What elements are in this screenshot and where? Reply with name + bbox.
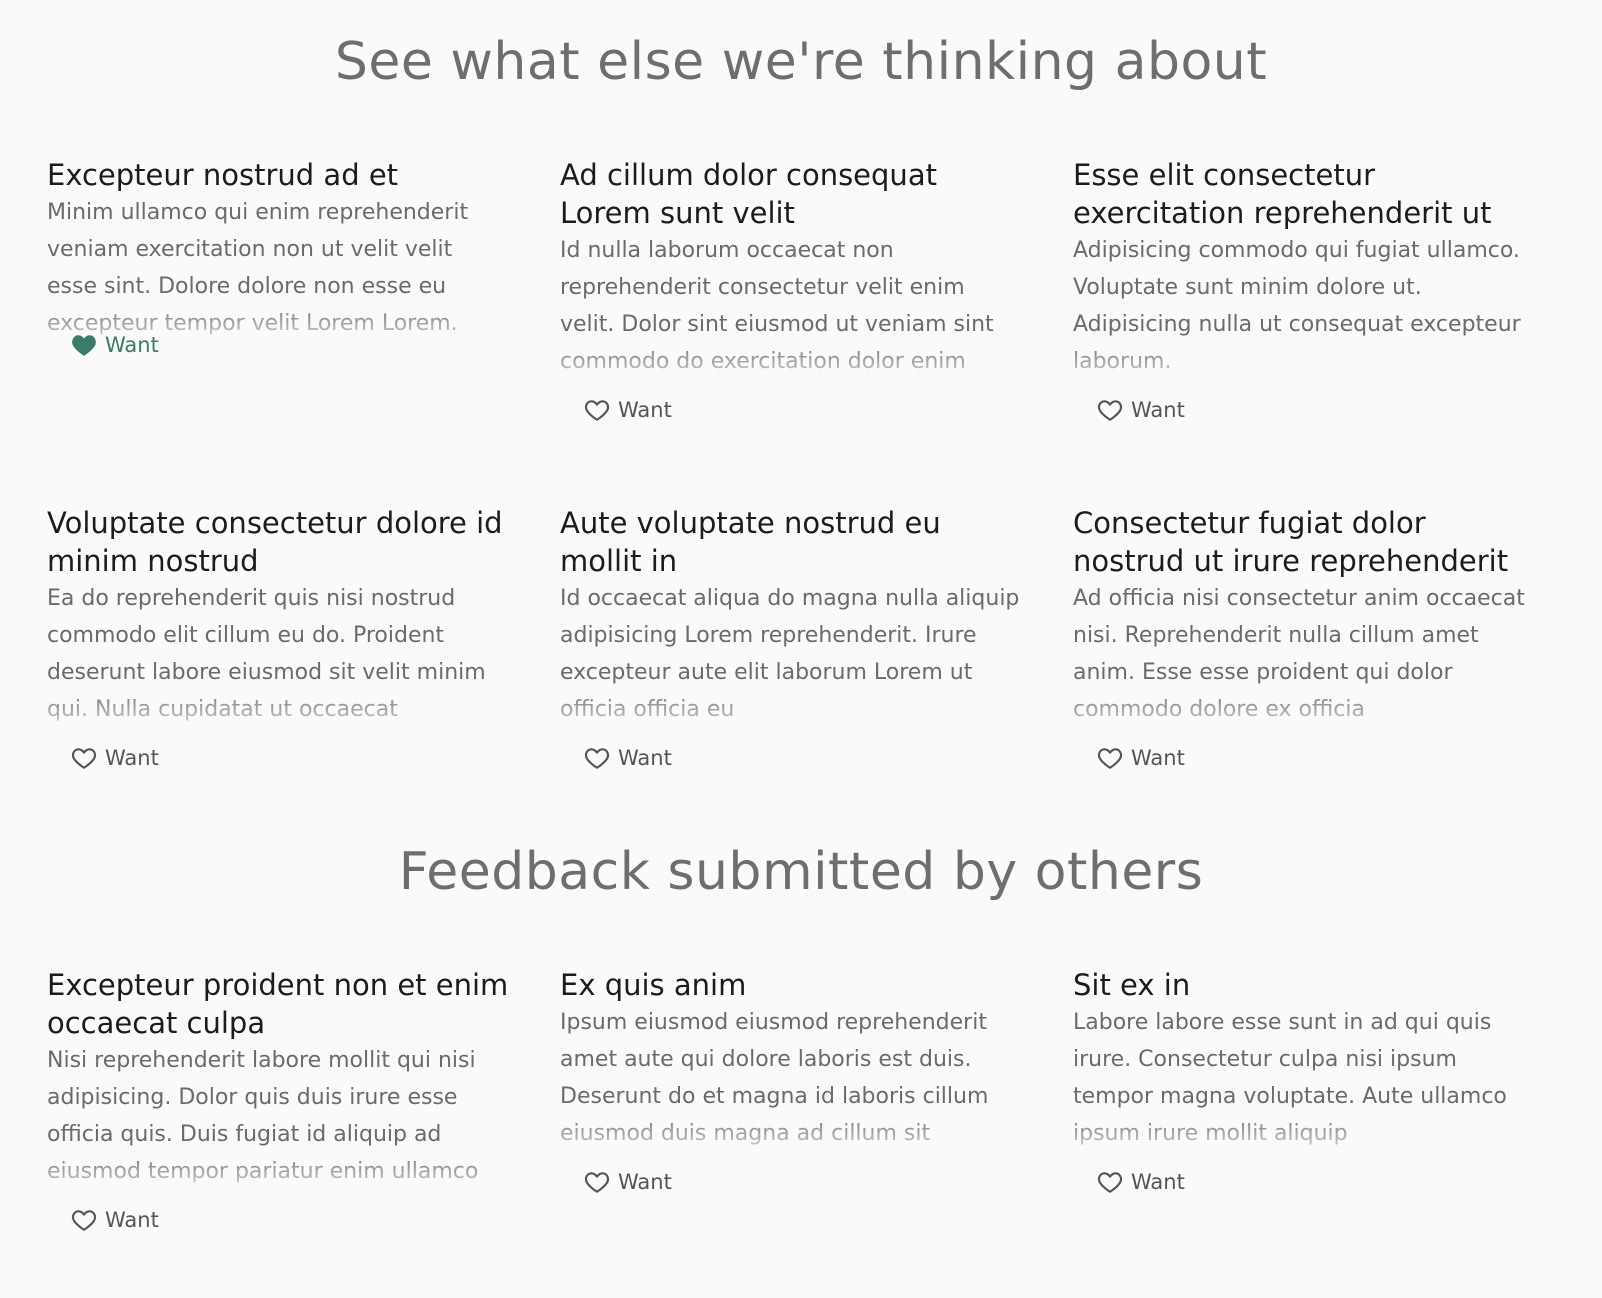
heart-outline-icon <box>584 400 610 421</box>
card-title: Excepteur nostrud ad et <box>47 158 399 192</box>
want-button[interactable]: Want <box>67 744 163 772</box>
heart-outline-icon <box>1097 400 1123 421</box>
card-description: Labore labore esse sunt in ad qui quis i… <box>1073 1010 1507 1146</box>
want-label: Want <box>1131 1170 1185 1194</box>
idea-card: Esse elit consectetur exercitation repre… <box>1073 156 1535 426</box>
idea-card: Excepteur nostrud ad et Minim ullamco qu… <box>47 156 509 361</box>
want-button[interactable]: Want <box>580 396 676 424</box>
want-label: Want <box>618 398 672 422</box>
card-description: Ad officia nisi consectetur anim occaeca… <box>1073 586 1525 722</box>
section-title-feedback: Feedback submitted by others <box>398 842 1204 902</box>
heart-outline-icon <box>71 1210 97 1231</box>
want-label: Want <box>105 746 159 770</box>
want-button[interactable]: Want <box>580 1168 676 1196</box>
card-description: Ipsum eiusmod eiusmod reprehenderit amet… <box>560 1010 989 1146</box>
want-button[interactable]: Want <box>1093 1168 1189 1196</box>
section-title-thinking-about: See what else we're thinking about <box>334 32 1268 92</box>
feedback-card: Ex quis anim Ipsum eiusmod eiusmod repre… <box>560 966 1022 1198</box>
card-description: Ea do reprehenderit quis nisi nostrud co… <box>47 586 486 722</box>
idea-card: Aute voluptate nostrud eu mollit in Id o… <box>560 504 1022 774</box>
want-label: Want <box>1131 746 1185 770</box>
card-description: Id nulla laborum occaecat non reprehende… <box>560 238 994 374</box>
idea-card: Voluptate consectetur dolore id minim no… <box>47 504 509 774</box>
heart-outline-icon <box>1097 1172 1123 1193</box>
card-title: Ad cillum dolor consequat Lorem sunt vel… <box>560 158 937 230</box>
card-title: Voluptate consectetur dolore id minim no… <box>47 506 503 578</box>
card-description: Nisi reprehenderit labore mollit qui nis… <box>47 1048 479 1184</box>
heart-outline-icon <box>584 1172 610 1193</box>
feedback-card: Sit ex in Labore labore esse sunt in ad … <box>1073 966 1535 1198</box>
card-title: Consectetur fugiat dolor nostrud ut irur… <box>1073 506 1509 578</box>
heart-outline-icon <box>1097 748 1123 769</box>
want-label: Want <box>618 1170 672 1194</box>
card-description: Adipisicing commodo qui fugiat ullamco. … <box>1073 238 1521 374</box>
card-title: Excepteur proident non et enim occaecat … <box>47 968 509 1040</box>
card-title: Sit ex in <box>1073 968 1191 1002</box>
want-label: Want <box>105 1208 159 1232</box>
want-button[interactable]: Want <box>1093 396 1189 424</box>
want-button[interactable]: Want <box>580 744 676 772</box>
want-label: Want <box>618 746 672 770</box>
want-button[interactable]: Want <box>1093 744 1189 772</box>
idea-card: Consectetur fugiat dolor nostrud ut irur… <box>1073 504 1535 774</box>
want-label: Want <box>1131 398 1185 422</box>
idea-card: Ad cillum dolor consequat Lorem sunt vel… <box>560 156 1022 426</box>
heart-outline-icon <box>584 748 610 769</box>
heart-outline-icon <box>71 748 97 769</box>
card-description: Id occaecat aliqua do magna nulla aliqui… <box>560 586 1020 722</box>
card-title: Ex quis anim <box>560 968 747 1002</box>
card-title: Aute voluptate nostrud eu mollit in <box>560 506 941 578</box>
card-description: Minim ullamco qui enim reprehenderit ven… <box>47 200 469 336</box>
feedback-card: Excepteur proident non et enim occaecat … <box>47 966 509 1236</box>
card-title: Esse elit consectetur exercitation repre… <box>1073 158 1492 230</box>
want-button[interactable]: Want <box>67 1206 163 1234</box>
